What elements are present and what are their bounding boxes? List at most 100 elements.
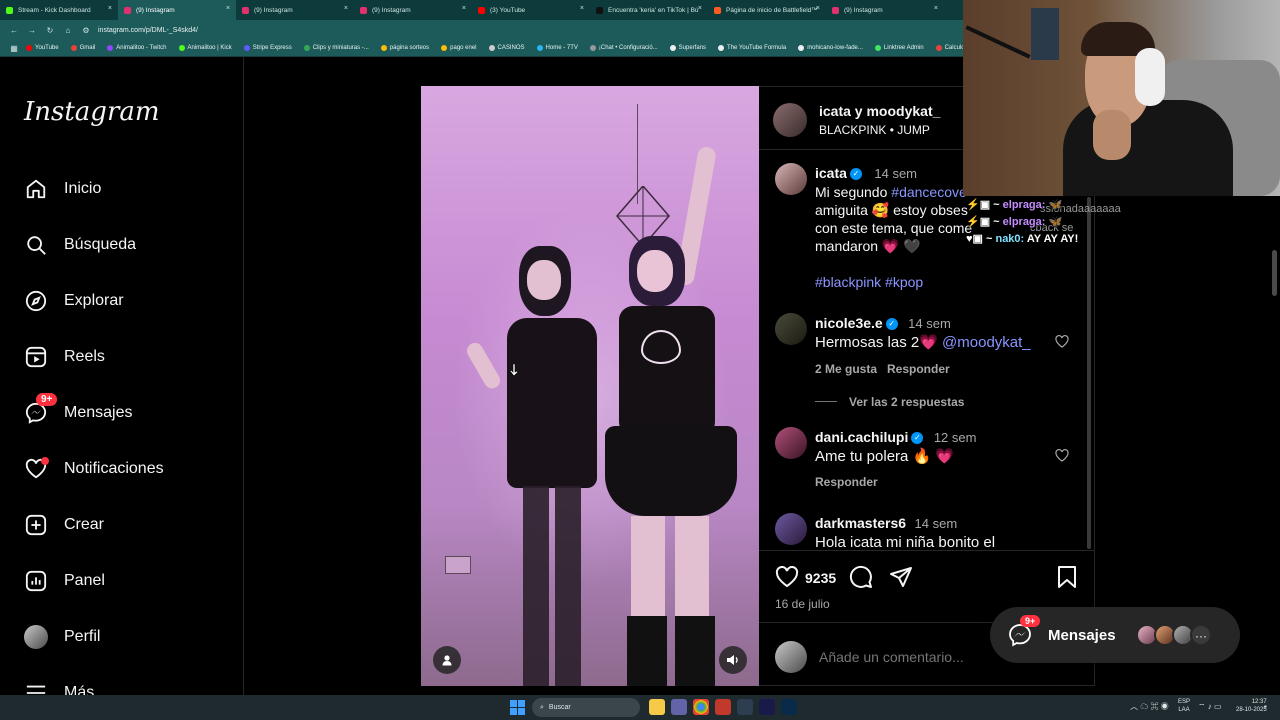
bookmark[interactable]: The YouTube Formula bbox=[718, 45, 786, 51]
comments-scrollbar[interactable] bbox=[1087, 197, 1091, 549]
post-author-avatar[interactable] bbox=[773, 103, 807, 137]
bookmark[interactable]: CASINOS bbox=[488, 45, 525, 51]
browser-tab[interactable]: (9) Instagram × bbox=[354, 0, 472, 20]
back-icon[interactable]: ← bbox=[8, 26, 20, 35]
like-comment-heart-icon[interactable] bbox=[1055, 335, 1069, 348]
streamer-webcam bbox=[963, 0, 1280, 196]
bookmark[interactable]: Clips y miniaturas -... bbox=[303, 45, 369, 51]
reply-button[interactable]: Responder bbox=[887, 362, 950, 376]
sidebar-item-perfil[interactable]: Perfil bbox=[24, 623, 100, 651]
browser-tab[interactable]: (9) Instagram × bbox=[826, 0, 944, 20]
taskbar-apps bbox=[646, 699, 800, 715]
browser-tab[interactable]: Página de inicio de Battlefield™ × bbox=[708, 0, 826, 20]
like-heart-icon[interactable] bbox=[775, 566, 799, 588]
bookmark[interactable]: página sorteos bbox=[380, 45, 429, 51]
sidebar-item-mensajes[interactable]: 9+ Mensajes bbox=[24, 393, 132, 427]
tab-close-icon[interactable]: × bbox=[580, 5, 584, 12]
sidebar-item-panel[interactable]: Panel bbox=[24, 567, 105, 595]
tab-close-icon[interactable]: × bbox=[344, 5, 348, 12]
teams-icon[interactable] bbox=[671, 699, 687, 715]
comment-avatar[interactable] bbox=[775, 313, 807, 345]
chrome-icon[interactable] bbox=[693, 699, 709, 715]
site-info-icon[interactable]: ⚙ bbox=[80, 26, 92, 35]
hashtag-link[interactable]: #dancecove bbox=[891, 184, 967, 200]
comment-avatar[interactable] bbox=[775, 427, 807, 459]
photoshop-icon[interactable] bbox=[781, 699, 797, 715]
bookmark[interactable]: Home - 7TV bbox=[536, 45, 578, 51]
caption-hashtags[interactable]: #blackpink #kpop bbox=[815, 273, 923, 291]
post-video[interactable] bbox=[421, 86, 759, 686]
sidebar-item-inicio[interactable]: Inicio bbox=[24, 175, 101, 203]
notifications-icon[interactable]: ▪ bbox=[1264, 702, 1267, 711]
reload-icon[interactable]: ↻ bbox=[44, 26, 56, 35]
sidebar-item-explorar[interactable]: Explorar bbox=[24, 287, 124, 315]
bookmark[interactable]: pago enel bbox=[441, 45, 477, 51]
comment-user[interactable]: darkmasters6 bbox=[815, 515, 906, 531]
avatar-icon bbox=[24, 625, 48, 649]
save-icon[interactable] bbox=[1057, 565, 1077, 589]
post-author[interactable]: icata y moodykat_ bbox=[819, 103, 940, 119]
tab-close-icon[interactable]: × bbox=[108, 5, 112, 12]
tab-close-icon[interactable]: × bbox=[226, 5, 230, 12]
bookmark-label: YouTube bbox=[35, 45, 59, 51]
file-explorer-icon[interactable] bbox=[649, 699, 665, 715]
sidebar-item-busqueda[interactable]: Búsqueda bbox=[24, 231, 136, 259]
comment-likes[interactable]: 2 Me gusta bbox=[815, 362, 877, 376]
instagram-logo[interactable]: Instagram bbox=[24, 97, 160, 127]
tab-close-icon[interactable]: × bbox=[698, 5, 702, 12]
app-icon[interactable] bbox=[737, 699, 753, 715]
like-comment-heart-icon[interactable] bbox=[1055, 449, 1069, 462]
browser-tab[interactable]: (9) Instagram × bbox=[236, 0, 354, 20]
bookmark[interactable]: Animalitoo - Twitch bbox=[107, 45, 167, 51]
caption-user[interactable]: icata bbox=[815, 165, 847, 181]
clock[interactable]: 12:37 28-10-2025 bbox=[1236, 698, 1267, 714]
forward-icon[interactable]: → bbox=[26, 26, 38, 35]
bookmark[interactable]: mohicano-low-fade... bbox=[798, 45, 863, 51]
tab-close-icon[interactable]: × bbox=[462, 5, 466, 12]
tab-close-icon[interactable]: × bbox=[816, 5, 820, 12]
taskbar-search[interactable]: ⌕ Buscar bbox=[532, 698, 640, 717]
bookmark[interactable]: Superfans bbox=[669, 45, 706, 51]
browser-tab[interactable]: (9) Instagram × bbox=[118, 0, 236, 20]
comment-icon[interactable] bbox=[849, 565, 873, 589]
bookmark-label: Gmail bbox=[79, 45, 96, 51]
post-audio[interactable]: BLACKPINK • JUMP bbox=[819, 123, 930, 137]
sidebar-item-crear[interactable]: Crear bbox=[24, 511, 104, 539]
comment-user[interactable]: dani.cachilupi bbox=[815, 429, 908, 445]
page-scrollbar[interactable] bbox=[1272, 250, 1277, 296]
messages-pill[interactable]: 9+ Mensajes ··· bbox=[990, 607, 1240, 663]
like-count[interactable]: 9235 bbox=[805, 570, 836, 586]
url-field[interactable]: instagram.com/p/DML-_S4skd4/ bbox=[98, 27, 198, 34]
comment-text: Ame tu polera 🔥 💗 bbox=[815, 448, 955, 465]
bookmark[interactable]: Linktree Admin bbox=[874, 45, 924, 51]
apps-icon[interactable]: ▦ bbox=[8, 44, 20, 53]
bookmark[interactable]: Animalitoo | Kick bbox=[178, 45, 232, 51]
mention-link[interactable]: @moodykat_ bbox=[942, 334, 1031, 351]
home-icon[interactable]: ⌂ bbox=[62, 26, 74, 35]
share-icon[interactable] bbox=[889, 565, 913, 589]
sidebar-item-label: Crear bbox=[64, 516, 105, 533]
bookmark[interactable]: Gmail bbox=[70, 45, 96, 51]
tray-icons[interactable]: ︿ ☁ ⌘ ◉ bbox=[1130, 701, 1169, 712]
browser-tab[interactable]: Stream - Kick Dashboard × bbox=[0, 0, 118, 20]
reply-button[interactable]: Responder bbox=[815, 475, 878, 489]
sidebar-item-reels[interactable]: Reels bbox=[24, 343, 105, 371]
browser-tab[interactable]: Encuentra 'keria' en TikTok | Bú × bbox=[590, 0, 708, 20]
tab-close-icon[interactable]: × bbox=[934, 5, 938, 12]
comment-user[interactable]: nicole3e.e bbox=[815, 315, 883, 331]
language-indicator[interactable]: ESP LAA bbox=[1178, 698, 1190, 714]
caption-avatar[interactable] bbox=[775, 163, 807, 195]
browser-tab[interactable]: (3) YouTube × bbox=[472, 0, 590, 20]
comment-avatar[interactable] bbox=[775, 513, 807, 545]
premiere-icon[interactable] bbox=[759, 699, 775, 715]
bookmark[interactable]: ¡Chat • Configuració... bbox=[589, 45, 658, 51]
tagged-users-button[interactable] bbox=[433, 646, 461, 674]
view-replies-button[interactable]: Ver las 2 respuestas bbox=[849, 395, 964, 409]
bookmark[interactable]: YouTube bbox=[26, 45, 59, 51]
windows-start-icon[interactable] bbox=[510, 700, 525, 715]
app-icon[interactable] bbox=[715, 699, 731, 715]
network-volume-icons[interactable]: ⌔ ♪ ▭ bbox=[1198, 702, 1222, 712]
bookmark[interactable]: Stripe Express bbox=[243, 45, 292, 51]
sidebar-item-notificaciones[interactable]: Notificaciones bbox=[24, 455, 164, 483]
mute-button[interactable] bbox=[719, 646, 747, 674]
